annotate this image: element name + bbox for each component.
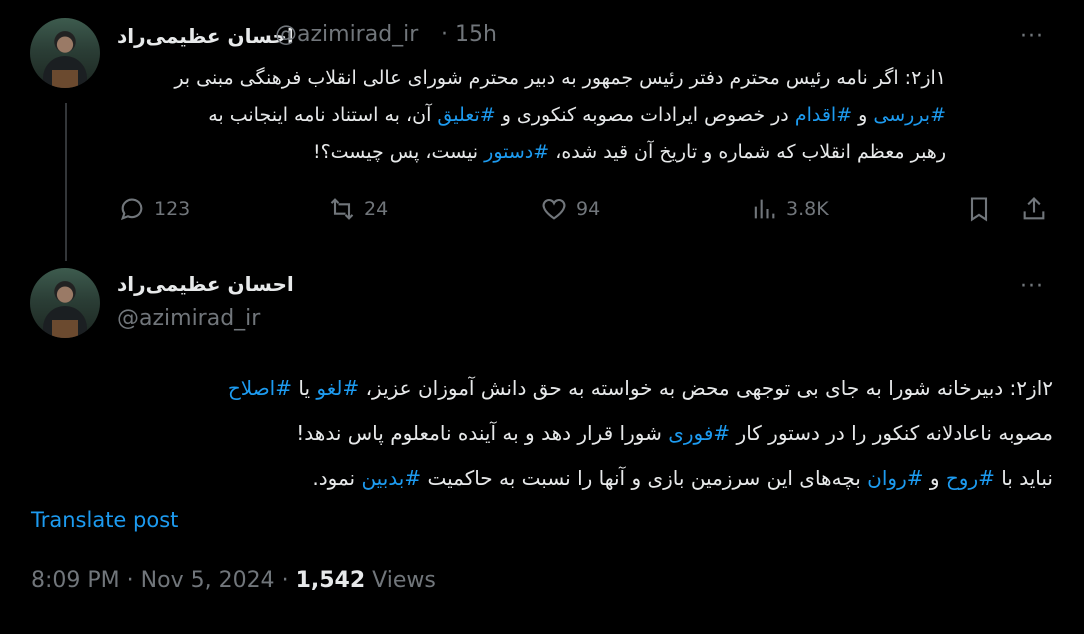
- post-date[interactable]: Nov 5, 2024: [141, 568, 275, 593]
- hashtag-link[interactable]: #بررسی: [873, 104, 946, 126]
- author-name[interactable]: احسان عظیمی‌راد: [117, 24, 294, 48]
- hashtag-link[interactable]: #فوری: [668, 421, 730, 445]
- like-icon: [542, 198, 566, 220]
- body-text-run: مصوبه ناعادلانه کنکور را در دستور کار: [730, 421, 1053, 445]
- body-line: ۱از۲: اگر نامه رئیس محترم دفتر رئیس جمهو…: [174, 67, 946, 89]
- views-count: 1,542: [295, 568, 366, 593]
- hashtag-link[interactable]: #روان: [867, 466, 923, 490]
- hashtag-link[interactable]: #روح: [946, 466, 995, 490]
- avatar[interactable]: [30, 268, 100, 338]
- author-handle[interactable]: @azimirad_ir: [117, 306, 260, 331]
- reply-icon: [120, 198, 143, 221]
- body-text-run: آن، به استناد نامه اینجانب به: [208, 104, 438, 126]
- more-icon[interactable]: ···: [1020, 274, 1044, 299]
- body-text-run: نباید با: [994, 466, 1053, 490]
- retweet-icon: [330, 198, 354, 220]
- author-handle[interactable]: @azimirad_ir: [275, 22, 418, 47]
- body-line: رهبر معظم انقلاب که شماره و تاریخ آن قید…: [146, 134, 946, 171]
- post-time[interactable]: · 15h: [441, 22, 497, 47]
- author-name[interactable]: احسان عظیمی‌راد: [117, 272, 294, 296]
- hashtag-link[interactable]: #تعلیق: [437, 104, 495, 126]
- body-line: #بررسی و #اقدام در خصوص ایرادات مصوبه کن…: [146, 97, 946, 134]
- body-text-run: و: [852, 104, 874, 126]
- body-line: مصوبه ناعادلانه کنکور را در دستور کار #ف…: [33, 411, 1053, 456]
- hashtag-link[interactable]: #دستور: [484, 141, 549, 163]
- share-icon: [1023, 197, 1045, 220]
- reply-count: 123: [154, 198, 191, 220]
- bookmark-button[interactable]: [965, 192, 993, 226]
- body-text-run: یا: [292, 376, 317, 400]
- retweet-count: 24: [364, 198, 389, 220]
- body-line: نباید با #روح و #روان بچه‌های این سرزمین…: [33, 456, 1053, 501]
- share-button[interactable]: [1020, 192, 1048, 226]
- body-text-run: و: [923, 466, 946, 490]
- hashtag-link[interactable]: #اقدام: [795, 104, 852, 126]
- hashtag-link[interactable]: #بدبین: [361, 466, 421, 490]
- hashtag-link[interactable]: #لغو: [316, 376, 359, 400]
- tweet-body: ۱از۲: اگر نامه رئیس محترم دفتر رئیس جمهو…: [146, 60, 946, 171]
- post-meta: 8:09 PM · Nov 5, 2024 · 1,542 Views: [31, 568, 436, 593]
- body-text-run: رهبر معظم انقلاب که شماره و تاریخ آن قید…: [549, 141, 946, 163]
- like-button[interactable]: 94: [540, 192, 600, 226]
- thread-connector: [65, 103, 67, 261]
- views-label: Views: [372, 568, 436, 593]
- bookmark-icon: [970, 197, 988, 222]
- post-time[interactable]: 8:09 PM: [31, 568, 120, 593]
- views-count: 3.8K: [786, 198, 829, 220]
- translate-post-link[interactable]: Translate post: [31, 508, 178, 532]
- body-line: ۲از۲: دبیرخانه شورا به جای بی توجهی محض …: [33, 366, 1053, 411]
- views-button[interactable]: 3.8K: [750, 192, 829, 226]
- body-text-run: نیست، پس چیست؟!: [312, 141, 485, 163]
- body-text-run: در خصوص ایرادات مصوبه کنکوری و: [495, 104, 795, 126]
- body-text-run: ۲از۲: دبیرخانه شورا به جای بی توجهی محض …: [359, 376, 1053, 400]
- body-text-run: بچه‌های این سرزمین بازی و آنها را نسبت ب…: [421, 466, 868, 490]
- hashtag-link[interactable]: #اصلاح: [228, 376, 292, 400]
- more-icon[interactable]: ···: [1020, 24, 1044, 49]
- avatar[interactable]: [30, 18, 100, 88]
- reply-button[interactable]: 123: [118, 192, 190, 226]
- views-icon: [754, 199, 775, 219]
- like-count: 94: [576, 198, 601, 220]
- tweet-body: ۲از۲: دبیرخانه شورا به جای بی توجهی محض …: [33, 366, 1053, 501]
- retweet-button[interactable]: 24: [328, 192, 388, 226]
- body-text-run: شورا قرار دهد و به آینده نامعلوم پاس نده…: [296, 421, 669, 445]
- body-text-run: نمود.: [312, 466, 362, 490]
